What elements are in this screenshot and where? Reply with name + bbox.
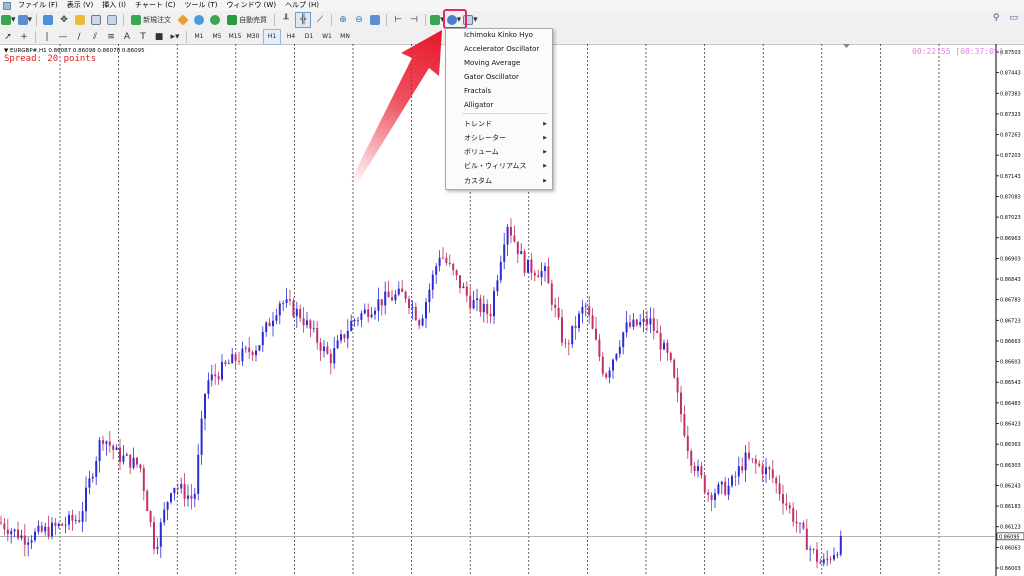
submenu-arrow-icon: ▶ bbox=[543, 163, 547, 169]
indicator-menu-item[interactable]: Gator Oscillator bbox=[464, 72, 519, 82]
indicator-menu-item[interactable]: ビル・ウィリアムス bbox=[464, 161, 527, 171]
indicator-menu-item[interactable]: カスタム bbox=[464, 176, 492, 186]
arrow-shape bbox=[348, 30, 442, 189]
indicator-menu-item[interactable]: トレンド bbox=[464, 119, 492, 129]
menu-divider bbox=[462, 113, 548, 114]
indicators-menu: Ichimoku Kinko Hyo Accelerator Oscillator… bbox=[445, 28, 553, 190]
indicator-menu-item[interactable]: Alligator bbox=[464, 100, 493, 110]
indicator-menu-item[interactable]: Accelerator Oscillator bbox=[464, 44, 539, 54]
submenu-arrow-icon: ▶ bbox=[543, 121, 547, 127]
indicator-menu-item[interactable]: ボリューム bbox=[464, 147, 499, 157]
submenu-arrow-icon: ▶ bbox=[543, 135, 547, 141]
indicator-menu-item[interactable]: オシレーター bbox=[464, 133, 506, 143]
indicator-menu-item[interactable]: Fractals bbox=[464, 86, 491, 96]
indicator-menu-item[interactable]: Moving Average bbox=[464, 58, 520, 68]
submenu-arrow-icon: ▶ bbox=[543, 149, 547, 155]
indicator-menu-item[interactable]: Ichimoku Kinko Hyo bbox=[464, 30, 533, 40]
submenu-arrow-icon: ▶ bbox=[543, 178, 547, 184]
